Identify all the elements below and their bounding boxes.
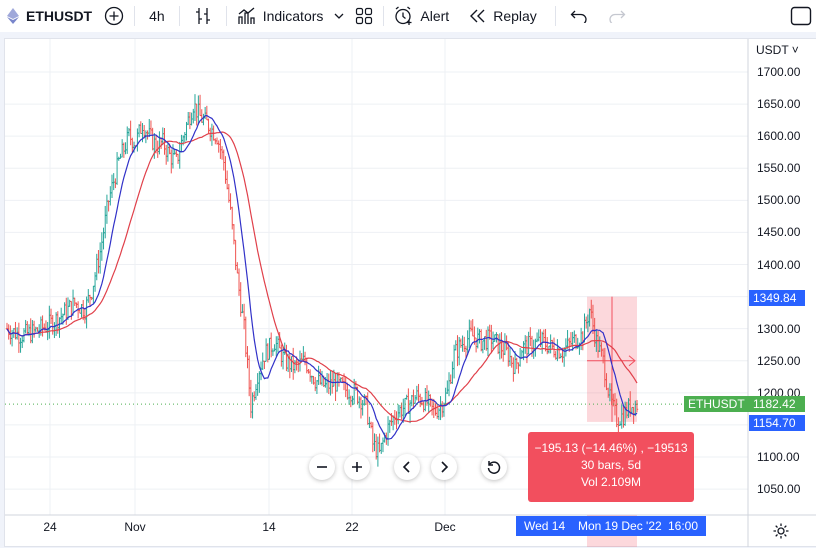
time-axis-label: 24 (43, 520, 57, 534)
interval-label: 4h (149, 8, 165, 24)
indicators-label: Indicators (262, 8, 324, 24)
scroll-right-button[interactable] (431, 454, 457, 480)
fullscreen-icon (790, 6, 812, 26)
alert-label: Alert (420, 8, 450, 24)
indicators-button[interactable]: Indicators (231, 0, 330, 32)
symbol-selector[interactable]: ETHUSDT (0, 0, 98, 32)
measure-low-price-tag: 1154.70 (749, 415, 805, 431)
measure-start-time-tag: Wed 14 (516, 516, 574, 536)
undo-button[interactable] (560, 0, 598, 32)
replay-button[interactable]: Replay (463, 0, 543, 32)
zoom-in-button[interactable] (344, 454, 370, 480)
time-axis-label: Nov (124, 520, 146, 534)
indicators-dropdown[interactable] (329, 0, 349, 32)
chart-settings-button[interactable] (769, 519, 793, 543)
measure-tooltip: −195.13 (−14.46%) , −19513 30 bars, 5d V… (528, 432, 694, 502)
toolbar-divider (225, 6, 227, 26)
plus-icon (352, 462, 362, 472)
alert-button[interactable]: Alert (388, 0, 455, 32)
toolbar-divider (383, 6, 385, 26)
redo-icon (609, 10, 626, 23)
toolbar-divider (178, 6, 180, 26)
templates-button[interactable] (349, 0, 379, 32)
time-axis-label: Dec (434, 520, 456, 534)
symbol-label: ETHUSDT (26, 8, 93, 24)
bar-chart-type-icon (195, 8, 210, 24)
price-axis-label: 1300.00 (757, 321, 801, 336)
alarm-clock-icon (395, 6, 412, 25)
currency-selector[interactable]: USDT ˅ (756, 43, 799, 57)
price-axis-label: 1050.00 (757, 482, 801, 497)
chevron-down-icon (334, 13, 344, 19)
measure-volume: Vol 2.109M (580, 475, 642, 489)
toolbar-divider (134, 6, 136, 26)
zoom-out-button[interactable] (309, 454, 335, 480)
measure-end-hour: 16:00 (667, 519, 698, 533)
last-price-tag: 1182.42 (749, 396, 805, 412)
reset-icon (487, 461, 501, 474)
time-axis-label: 14 (262, 520, 276, 534)
price-axis-label: 1400.00 (757, 257, 801, 272)
rewind-icon (470, 9, 485, 23)
price-axis-label: 1100.00 (757, 450, 800, 464)
chevron-right-icon (441, 461, 449, 473)
price-axis-label: 1700.00 (757, 65, 801, 79)
price-axis-label: 1600.00 (757, 129, 801, 144)
reset-chart-button[interactable] (481, 454, 507, 480)
measure-end-time-tag: Mon 19 Dec '22 16:00 (570, 516, 706, 536)
fullscreen-button[interactable] (790, 0, 812, 32)
replay-label: Replay (493, 8, 537, 24)
ethereum-icon (7, 8, 19, 24)
chevron-left-icon (402, 461, 410, 473)
layout-grid-icon (356, 7, 373, 25)
chart-type-button[interactable] (184, 0, 222, 32)
price-axis-label: 1650.00 (757, 97, 801, 112)
symbol-price-label: ETHUSDT (684, 396, 749, 412)
scroll-left-button[interactable] (394, 454, 420, 480)
plus-circle-icon (104, 6, 124, 26)
price-axis-label: 1500.00 (757, 193, 801, 208)
undo-icon (570, 10, 587, 23)
price-axis-label: 1250.00 (757, 353, 801, 368)
time-axis-label: 22 (345, 520, 359, 534)
ma-fast-line (6, 114, 638, 440)
price-axis-label: 1450.00 (757, 225, 801, 240)
top-toolbar: ETHUSDT 4h Indicators Alert Replay (0, 0, 816, 32)
minus-icon (317, 466, 327, 468)
measure-bars: 30 bars, 5d (580, 458, 642, 472)
compare-symbol-button[interactable] (98, 0, 130, 32)
indicators-icon (238, 7, 255, 24)
toolbar-divider (554, 6, 556, 26)
gear-icon (773, 523, 789, 539)
redo-button[interactable] (598, 0, 636, 32)
measure-end-date: Mon 19 Dec '22 (578, 519, 662, 533)
price-axis[interactable]: USDT ˅ 1700.00 1650.00 1600.00 1550.00 1500.… (748, 39, 816, 515)
measure-high-price-tag: 1349.84 (749, 290, 805, 306)
interval-button[interactable]: 4h (139, 0, 175, 32)
measure-change: −195.13 (−14.46%) , −19513 (534, 441, 688, 455)
price-axis-label: 1550.00 (757, 161, 801, 176)
